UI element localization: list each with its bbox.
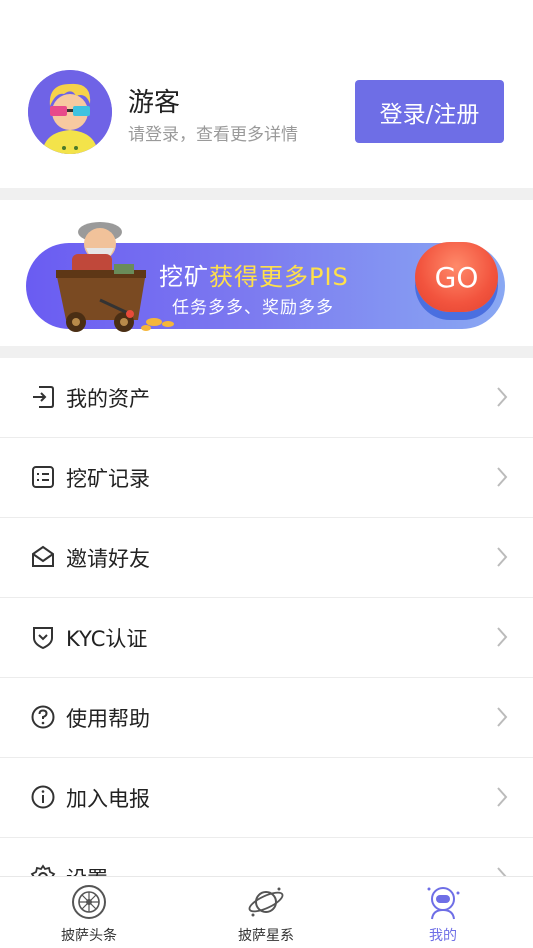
asset-login-icon [33, 386, 54, 408]
profile-header: 游客 请登录，查看更多详情 登录/注册 [0, 0, 533, 188]
menu-item-label: 我的资产 [66, 387, 150, 411]
menu-item-join-telegram[interactable]: 加入电报 [0, 758, 533, 838]
chevron-right-icon [497, 467, 508, 487]
chevron-right-icon [497, 627, 508, 647]
go-button[interactable]: GO [415, 242, 498, 312]
tab-label: 披萨星系 [238, 928, 294, 944]
tab-pizza-headlines[interactable]: 披萨头条 [29, 877, 149, 948]
bottom-tab-bar: 披萨头条 披萨星系 我的 [0, 876, 533, 948]
login-register-button[interactable]: 登录/注册 [355, 80, 504, 143]
miner-cart-illustration-icon [56, 222, 174, 332]
tab-mine[interactable]: 我的 [383, 877, 503, 948]
login-hint: 请登录，查看更多详情 [128, 125, 298, 145]
planet-icon [248, 887, 284, 917]
menu-item-invite-friends[interactable]: 邀请好友 [0, 518, 533, 598]
menu-item-label: KYC认证 [66, 627, 148, 651]
pizza-headline-icon [72, 885, 106, 919]
shield-check-icon [33, 627, 53, 650]
menu-item-label: 使用帮助 [66, 707, 150, 731]
envelope-icon [32, 545, 54, 567]
chevron-right-icon [497, 787, 508, 807]
banner-subtitle: 任务多多、奖励多多 [172, 298, 334, 318]
section-divider [0, 188, 533, 200]
info-circle-icon [31, 785, 55, 809]
menu-item-label: 挖矿记录 [66, 467, 150, 491]
tab-label: 披萨头条 [61, 928, 117, 944]
banner-title-highlight: 获得更多PIS [209, 263, 349, 291]
menu-item-kyc[interactable]: KYC认证 [0, 598, 533, 678]
chevron-right-icon [497, 707, 508, 727]
avatar[interactable] [28, 70, 112, 154]
menu-item-mining-records[interactable]: 挖矿记录 [0, 438, 533, 518]
astronaut-icon [427, 887, 460, 920]
menu-list: 我的资产 挖矿记录 邀请好友 KYC认证 使用帮助 加入电报 [0, 358, 533, 918]
chevron-right-icon [497, 387, 508, 407]
menu-item-label: 加入电报 [66, 787, 150, 811]
help-circle-icon [31, 705, 55, 729]
tab-pizza-galaxy[interactable]: 披萨星系 [206, 877, 326, 948]
cartoon-avatar-icon [28, 70, 112, 154]
menu-item-label: 邀请好友 [66, 547, 150, 571]
section-divider [0, 346, 533, 358]
chevron-right-icon [497, 547, 508, 567]
menu-item-my-assets[interactable]: 我的资产 [0, 358, 533, 438]
menu-item-help[interactable]: 使用帮助 [0, 678, 533, 758]
username: 游客 [128, 88, 181, 118]
tab-label: 我的 [429, 928, 457, 944]
list-icon [32, 466, 54, 488]
